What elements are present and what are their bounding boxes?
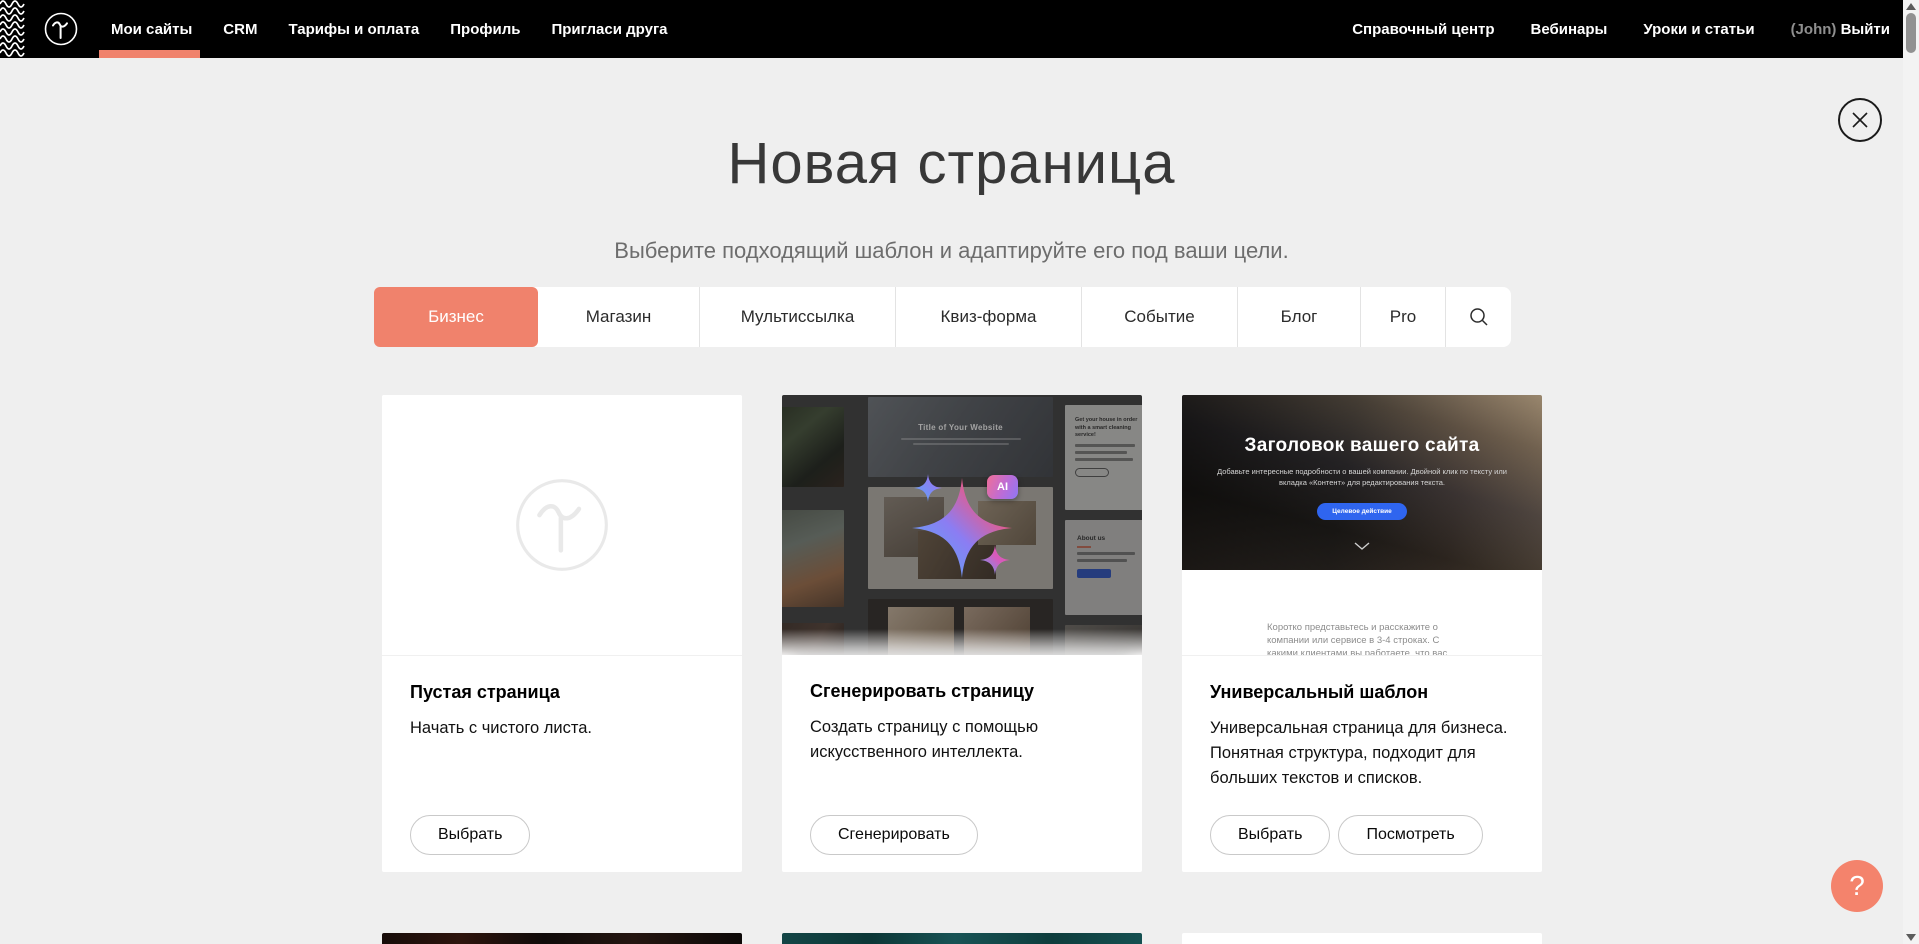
tab-label: Магазин	[586, 307, 652, 327]
logout-link[interactable]: (John) Выйти	[1791, 21, 1890, 38]
search-icon	[1468, 306, 1490, 328]
close-icon	[1850, 110, 1870, 130]
generate-button[interactable]: Сгенерировать	[810, 815, 978, 855]
nav-item-profile[interactable]: Профиль	[450, 0, 520, 58]
nav-item-label: Мои сайты	[111, 21, 192, 38]
card-body: Пустая страница Начать с чистого листа. …	[382, 655, 742, 872]
tab-label: Мультиссылка	[741, 307, 855, 327]
top-navbar: Мои сайты CRM Тарифы и оплата Профиль Пр…	[0, 0, 1903, 58]
tab-search[interactable]	[1445, 287, 1511, 347]
template-card-partial[interactable]	[382, 933, 742, 944]
nav-item-my-sites[interactable]: Мои сайты	[111, 0, 192, 58]
card-body: Универсальный шаблон Универсальная стран…	[1182, 655, 1542, 872]
tab-multilink[interactable]: Мультиссылка	[699, 287, 895, 347]
tab-event[interactable]: Событие	[1081, 287, 1237, 347]
preview-fade	[782, 629, 1142, 655]
card-title: Сгенерировать страницу	[810, 681, 1114, 702]
tab-blog[interactable]: Блог	[1237, 287, 1360, 347]
universal-template-preview: Заголовок вашего сайта Добавьте интересн…	[1182, 395, 1542, 655]
scroll-down-arrow-icon[interactable]	[1906, 934, 1916, 941]
tab-pro[interactable]: Pro	[1360, 287, 1445, 347]
card-description: Универсальная страница для бизнеса. Поня…	[1210, 716, 1514, 790]
template-category-tabs: Бизнес Магазин Мультиссылка Квиз-форма С…	[374, 287, 1511, 347]
preview-universal-button[interactable]: Посмотреть	[1338, 815, 1482, 855]
ai-badge: AI	[987, 475, 1018, 499]
template-hero: Заголовок вашего сайта Добавьте интересн…	[1182, 395, 1542, 570]
card-buttons: Выбрать Посмотреть	[1210, 815, 1483, 855]
nav-item-label: Профиль	[450, 21, 520, 38]
template-card-partial[interactable]	[782, 933, 1142, 944]
nav-item-label: Справочный центр	[1352, 21, 1494, 38]
tab-quiz-form[interactable]: Квиз-форма	[895, 287, 1081, 347]
page-title: Новая страница	[0, 130, 1903, 197]
tab-label: Бизнес	[428, 307, 484, 327]
user-name: (John)	[1791, 21, 1837, 38]
nav-item-lessons[interactable]: Уроки и статьи	[1643, 21, 1754, 38]
nav-item-label: Тарифы и оплата	[288, 21, 419, 38]
nav-item-tariffs[interactable]: Тарифы и оплата	[288, 0, 419, 58]
card-buttons: Сгенерировать	[810, 815, 978, 855]
card-title: Пустая страница	[410, 682, 714, 703]
nav-item-help-center[interactable]: Справочный центр	[1352, 21, 1494, 38]
template-body-text: Коротко представьтесь и расскажите о ком…	[1267, 621, 1463, 655]
tilda-logo-icon[interactable]	[44, 12, 78, 46]
tab-label: Событие	[1124, 307, 1194, 327]
card-body: Сгенерировать страницу Создать страницу …	[782, 655, 1142, 872]
template-cards-row-2	[382, 933, 1542, 944]
card-description: Начать с чистого листа.	[410, 716, 714, 741]
scrollbar-thumb[interactable]	[1906, 13, 1916, 53]
nav-item-crm[interactable]: CRM	[223, 0, 257, 58]
ai-collage-preview: Title of Your Website	[782, 395, 1142, 655]
template-hero-title: Заголовок вашего сайта	[1182, 435, 1542, 457]
new-page-screen: Мои сайты CRM Тарифы и оплата Профиль Пр…	[0, 0, 1903, 944]
help-button[interactable]: ?	[1831, 860, 1883, 912]
page-subtitle: Выберите подходящий шаблон и адаптируйте…	[0, 238, 1903, 264]
nav-item-label: Вебинары	[1531, 21, 1608, 38]
card-buttons: Выбрать	[410, 815, 530, 855]
choose-blank-button[interactable]: Выбрать	[410, 815, 530, 855]
card-title: Универсальный шаблон	[1210, 682, 1514, 703]
nav-item-label: Уроки и статьи	[1643, 21, 1754, 38]
tab-label: Блог	[1281, 307, 1318, 327]
template-thumbnail	[1182, 933, 1542, 944]
nav-item-label: CRM	[223, 21, 257, 38]
template-card-partial[interactable]	[1182, 933, 1542, 944]
blank-page-preview	[382, 395, 742, 655]
template-card-blank[interactable]: Пустая страница Начать с чистого листа. …	[382, 395, 742, 872]
template-cards-row: Пустая страница Начать с чистого листа. …	[382, 395, 1542, 872]
nav-item-label: Пригласи друга	[551, 21, 667, 38]
choose-universal-button[interactable]: Выбрать	[1210, 815, 1330, 855]
card-description: Создать страницу с помощью искусственног…	[810, 715, 1114, 765]
logout-label: Выйти	[1841, 21, 1890, 38]
navbar-menu: Мои сайты CRM Тарифы и оплата Профиль Пр…	[111, 0, 668, 58]
template-cta-button: Целевое действие	[1317, 503, 1407, 520]
chevron-down-icon	[1354, 542, 1370, 550]
tilda-watermark-icon	[514, 477, 610, 573]
navbar-secondary-menu: Справочный центр Вебинары Уроки и статьи…	[1352, 21, 1890, 38]
nav-item-webinars[interactable]: Вебинары	[1531, 21, 1608, 38]
nav-item-invite-friend[interactable]: Пригласи друга	[551, 0, 667, 58]
tab-label: Pro	[1390, 307, 1416, 327]
template-thumbnail	[782, 933, 1142, 944]
scrollbar[interactable]	[1903, 0, 1919, 944]
tab-business[interactable]: Бизнес	[374, 287, 538, 347]
template-thumbnail	[382, 933, 742, 944]
ai-sparkle-small-icon	[980, 545, 1010, 575]
active-nav-underline	[99, 50, 200, 58]
template-card-ai-generate[interactable]: Title of Your Website	[782, 395, 1142, 872]
tab-store[interactable]: Магазин	[538, 287, 699, 347]
scroll-up-arrow-icon[interactable]	[1906, 3, 1916, 10]
ai-sparkle-small-icon	[914, 474, 942, 502]
template-card-universal[interactable]: Заголовок вашего сайта Добавьте интересн…	[1182, 395, 1542, 872]
zigzag-pattern-icon	[0, 0, 25, 58]
tab-label: Квиз-форма	[941, 307, 1037, 327]
template-hero-subtitle: Добавьте интересные подробности о вашей …	[1212, 466, 1512, 489]
